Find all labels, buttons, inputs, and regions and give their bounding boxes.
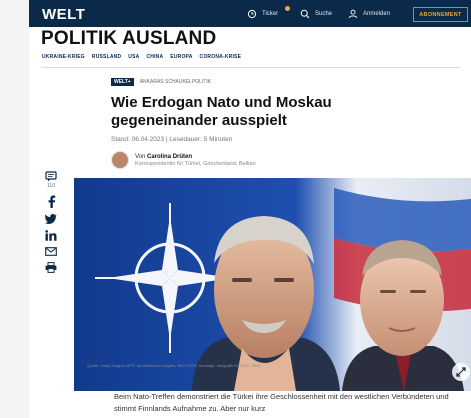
hero-illustration — [74, 178, 471, 391]
author-line: Von Carolina Drüten — [135, 154, 256, 160]
share-bar: 110 — [41, 171, 61, 279]
site-logo[interactable]: WELT — [42, 6, 85, 23]
search-label: Suche — [315, 10, 333, 17]
comment-count: 110 — [47, 183, 55, 189]
ticker-label: Ticker — [262, 10, 279, 17]
author-role: Korrespondentin für Türkei, Griechenland… — [135, 160, 256, 167]
welt-plus-badge: WELT+ — [111, 78, 134, 86]
mail-icon — [45, 247, 57, 256]
comment-icon — [45, 171, 57, 182]
facebook-icon — [48, 195, 55, 208]
section-title: POLITIK AUSLAND — [41, 28, 217, 49]
subnav-item-ukraine[interactable]: UKRAINE-KRIEG — [42, 54, 85, 60]
subnav-item-usa[interactable]: USA — [128, 54, 139, 60]
subnav-item-europa[interactable]: EUROPA — [170, 54, 192, 60]
subnav-item-china[interactable]: CHINA — [146, 54, 163, 60]
printer-icon — [45, 262, 57, 273]
subnav-item-corona[interactable]: CORONA-KRISE — [200, 54, 242, 60]
article-kicker: WELT+ ANKARAS SCHAUKELPOLITIK — [111, 78, 211, 86]
ticker-notification-dot — [285, 6, 290, 11]
section-subnav: UKRAINE-KRIEG RUSSLAND USA CHINA EUROPA … — [42, 54, 241, 60]
twitter-icon — [45, 214, 57, 224]
search-icon — [300, 9, 310, 18]
article-body: Beim Nato-Treffen demonstriert die Türke… — [114, 392, 449, 413]
share-linkedin-button[interactable] — [45, 230, 57, 241]
site-header: WELT Ticker Suche Anmelden ABONNEMENT — [29, 0, 471, 27]
image-caption: Quelle: Getty Images; AFP; Sputnik/Kevin… — [87, 363, 261, 368]
user-icon — [348, 9, 358, 18]
author-name-link[interactable]: Carolina Drüten — [147, 154, 192, 160]
print-button[interactable] — [45, 262, 57, 273]
search-link[interactable]: Suche — [300, 0, 332, 27]
kicker-text: ANKARAS SCHAUKELPOLITIK — [139, 79, 212, 85]
page-content: POLITIK AUSLAND UKRAINE-KRIEG RUSSLAND U… — [29, 27, 471, 418]
author-prefix: Von — [135, 153, 146, 160]
share-twitter-button[interactable] — [45, 214, 57, 224]
ticker-icon — [247, 9, 257, 18]
share-email-button[interactable] — [45, 247, 57, 256]
login-link[interactable]: Anmelden — [348, 0, 390, 27]
ticker-link[interactable]: Ticker — [247, 0, 278, 27]
comments-button[interactable]: 110 — [45, 171, 57, 189]
expand-image-icon[interactable] — [452, 363, 470, 381]
linkedin-icon — [45, 230, 57, 241]
article-headline: Wie Erdogan Nato und Moskau gegeneinande… — [111, 94, 332, 129]
author-avatar[interactable] — [111, 151, 129, 169]
divider — [41, 67, 461, 68]
author-box: Von Carolina Drüten Korrespondentin für … — [111, 151, 256, 169]
browser-frame: WELT Ticker Suche Anmelden ABONNEMENT PO… — [0, 0, 471, 418]
login-label: Anmelden — [363, 10, 391, 17]
subscribe-button[interactable]: ABONNEMENT — [413, 7, 468, 22]
share-facebook-button[interactable] — [47, 195, 56, 208]
subnav-item-russland[interactable]: RUSSLAND — [92, 54, 121, 60]
article-meta: Stand: 06.04.2023 | Lesedauer: 5 Minuten — [111, 136, 233, 143]
article-hero-image[interactable] — [74, 178, 471, 391]
